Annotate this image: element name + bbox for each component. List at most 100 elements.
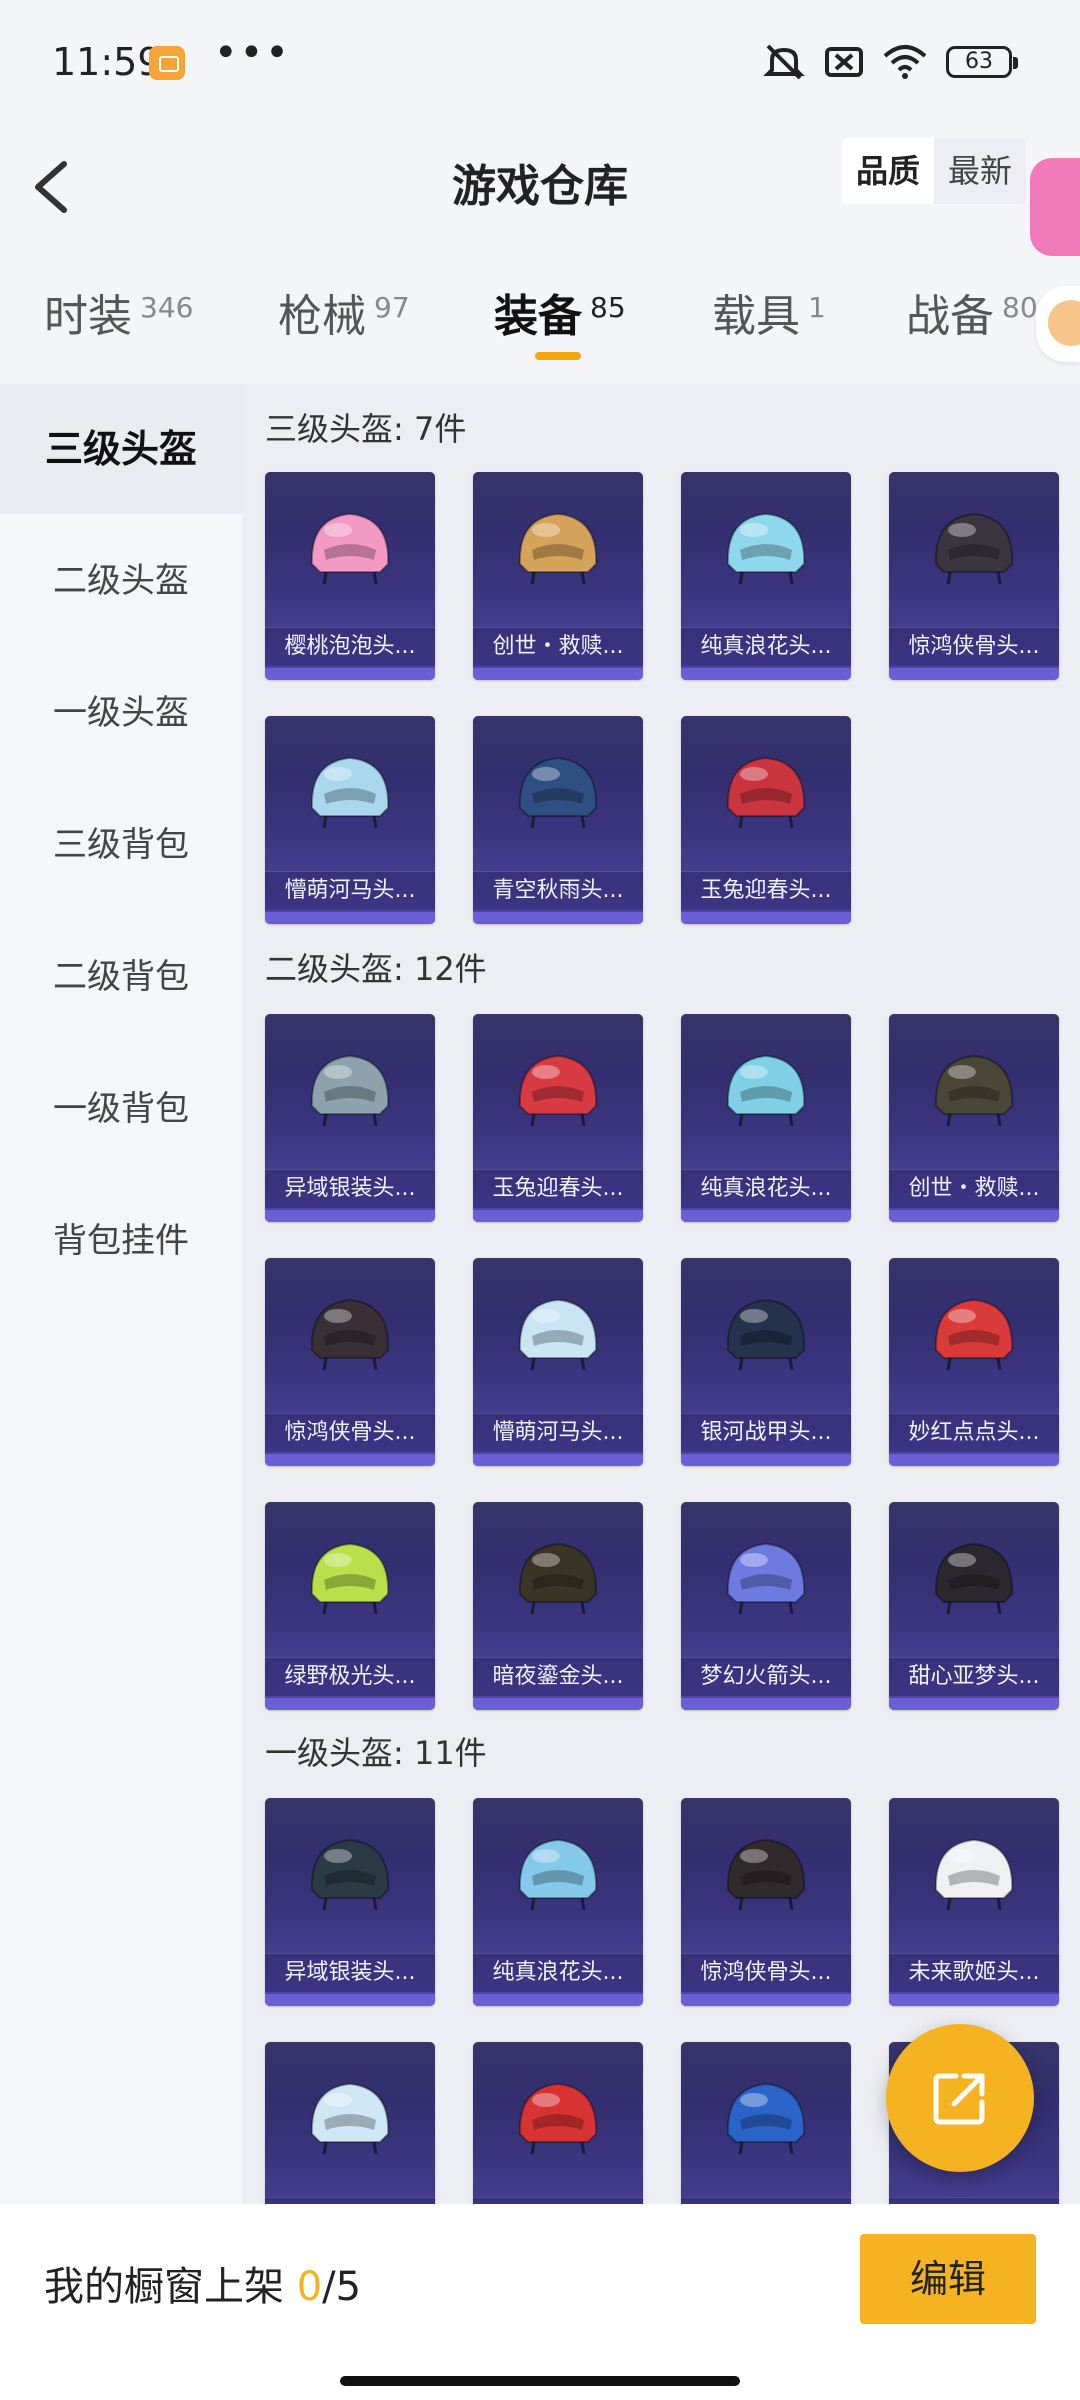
- item-name: 纯真浪花头...: [681, 1169, 851, 1208]
- item-card[interactable]: 玉兔迎春头...: [473, 1014, 643, 1222]
- quality-bar: [265, 1210, 435, 1222]
- edit-button[interactable]: 编辑: [860, 2234, 1036, 2324]
- floating-side-tab[interactable]: [1030, 158, 1080, 256]
- item-name: 梦幻火箭头...: [681, 1657, 851, 1696]
- quality-bar: [889, 1698, 1059, 1710]
- helmet-icon: [310, 512, 390, 585]
- tab-count: 85: [590, 291, 626, 324]
- sort-toggle: 品质 最新: [842, 138, 1027, 204]
- back-button[interactable]: [20, 142, 100, 232]
- quality-bar: [473, 1210, 643, 1222]
- item-card[interactable]: 纯真浪花头...: [681, 1014, 851, 1222]
- tab-firearms[interactable]: 枪械 97: [278, 280, 410, 360]
- item-name: 懵萌河马头...: [473, 1413, 643, 1452]
- item-name: 玉兔迎春头...: [473, 1169, 643, 1208]
- sidebar-item-level3-backpack[interactable]: 三级背包: [0, 780, 242, 910]
- item-grid: 三级头盔: 7件 二级头盔: 12件 一级头盔: 11件 樱桃泡泡头... 创世・…: [242, 384, 1080, 2204]
- helmet-icon: [726, 1298, 806, 1371]
- item-name: 玉兔迎春头...: [681, 871, 851, 910]
- helmet-icon: [726, 756, 806, 829]
- item-card[interactable]: 樱桃泡泡头...: [265, 472, 435, 680]
- sidebar-item-backpack-charm[interactable]: 背包挂件: [0, 1176, 242, 1306]
- item-card[interactable]: 惊鸿侠骨头...: [265, 1258, 435, 1466]
- tab-equipment[interactable]: 装备 85: [494, 280, 626, 360]
- item-card[interactable]: 惊鸿侠骨头...: [681, 1798, 851, 2006]
- item-card[interactable]: [265, 2042, 435, 2204]
- helmet-icon: [726, 1838, 806, 1911]
- quality-bar: [681, 1698, 851, 1710]
- item-card[interactable]: 懵萌河马头...: [265, 716, 435, 924]
- tab-count: 97: [374, 291, 410, 324]
- item-card[interactable]: 懵萌河马头...: [473, 1258, 643, 1466]
- showcase-status: 我的橱窗上架 0/5: [44, 2254, 361, 2312]
- item-card[interactable]: 纯真浪花头...: [681, 472, 851, 680]
- quality-bar: [681, 1454, 851, 1466]
- status-bar: 11:59 ••• 63: [0, 0, 1080, 128]
- helmet-icon: [310, 756, 390, 829]
- item-card[interactable]: 创世・救赎...: [889, 1014, 1059, 1222]
- item-name: 惊鸿侠骨头...: [265, 1413, 435, 1452]
- item-name: 创世・救赎...: [473, 627, 643, 666]
- sidebar-item-level2-backpack[interactable]: 二级背包: [0, 912, 242, 1042]
- helmet-icon: [518, 1838, 598, 1911]
- item-card[interactable]: 甜心亚梦头...: [889, 1502, 1059, 1710]
- quality-bar: [889, 668, 1059, 680]
- item-card[interactable]: 异域银装头...: [265, 1014, 435, 1222]
- tab-battle-gear[interactable]: 战备 80: [906, 280, 1038, 360]
- item-card[interactable]: 绿野极光头...: [265, 1502, 435, 1710]
- sidebar-item-level1-backpack[interactable]: 一级背包: [0, 1044, 242, 1174]
- item-card[interactable]: [473, 2042, 643, 2204]
- status-time: 11:59: [52, 40, 162, 84]
- section-title: 三级头盔: 7件: [265, 410, 467, 448]
- quality-bar: [265, 1994, 435, 2006]
- share-button[interactable]: [886, 2024, 1034, 2172]
- quality-bar: [265, 1454, 435, 1466]
- helmet-icon: [934, 1054, 1014, 1127]
- tab-label: 战备: [906, 291, 994, 342]
- sort-quality-option[interactable]: 品质: [842, 138, 935, 204]
- showcase-count-total: /5: [322, 2264, 362, 2310]
- sort-newest-option[interactable]: 最新: [934, 138, 1026, 204]
- tab-fashion[interactable]: 时装 346: [44, 280, 193, 360]
- item-card[interactable]: 妙红点点头...: [889, 1258, 1059, 1466]
- item-name: 青空秋雨头...: [473, 871, 643, 910]
- sidebar-item-level1-helmet[interactable]: 一级头盔: [0, 648, 242, 778]
- helmet-icon: [726, 1054, 806, 1127]
- sidebar-item-level2-helmet[interactable]: 二级头盔: [0, 516, 242, 646]
- quality-bar: [265, 668, 435, 680]
- item-card[interactable]: 梦幻火箭头...: [681, 1502, 851, 1710]
- quality-bar: [889, 1210, 1059, 1222]
- item-card[interactable]: 纯真浪花头...: [473, 1798, 643, 2006]
- quality-bar: [473, 912, 643, 924]
- home-indicator[interactable]: [340, 2376, 740, 2386]
- item-card[interactable]: 创世・救赎...: [473, 472, 643, 680]
- tab-count: 346: [140, 291, 194, 324]
- tab-label: 枪械: [278, 291, 366, 342]
- item-card[interactable]: 未来歌姬头...: [889, 1798, 1059, 2006]
- tab-vehicles[interactable]: 载具 1: [712, 280, 826, 360]
- item-name: 樱桃泡泡头...: [265, 627, 435, 666]
- item-card[interactable]: 玉兔迎春头...: [681, 716, 851, 924]
- helmet-icon: [934, 1542, 1014, 1615]
- item-card[interactable]: [681, 2042, 851, 2204]
- quality-bar: [473, 1994, 643, 2006]
- item-card[interactable]: 青空秋雨头...: [473, 716, 643, 924]
- item-card[interactable]: 惊鸿侠骨头...: [889, 472, 1059, 680]
- item-name: 创世・救赎...: [889, 1169, 1059, 1208]
- helmet-icon: [518, 1542, 598, 1615]
- tab-count: 80: [1002, 291, 1038, 324]
- item-name: 懵萌河马头...: [265, 871, 435, 910]
- tab-label: 装备: [494, 291, 582, 342]
- quality-bar: [681, 912, 851, 924]
- item-name: 银河战甲头...: [681, 1413, 851, 1452]
- item-card[interactable]: 暗夜鎏金头...: [473, 1502, 643, 1710]
- share-icon: [933, 2073, 985, 2125]
- item-name: 异域银装头...: [265, 1169, 435, 1208]
- sidebar-item-level3-helmet[interactable]: 三级头盔: [0, 384, 242, 514]
- item-card[interactable]: 银河战甲头...: [681, 1258, 851, 1466]
- item-card[interactable]: 异域银装头...: [265, 1798, 435, 2006]
- item-name: [473, 2197, 643, 2204]
- helmet-icon: [726, 2082, 806, 2155]
- app-notification-icon: [149, 46, 185, 80]
- quality-bar: [473, 1454, 643, 1466]
